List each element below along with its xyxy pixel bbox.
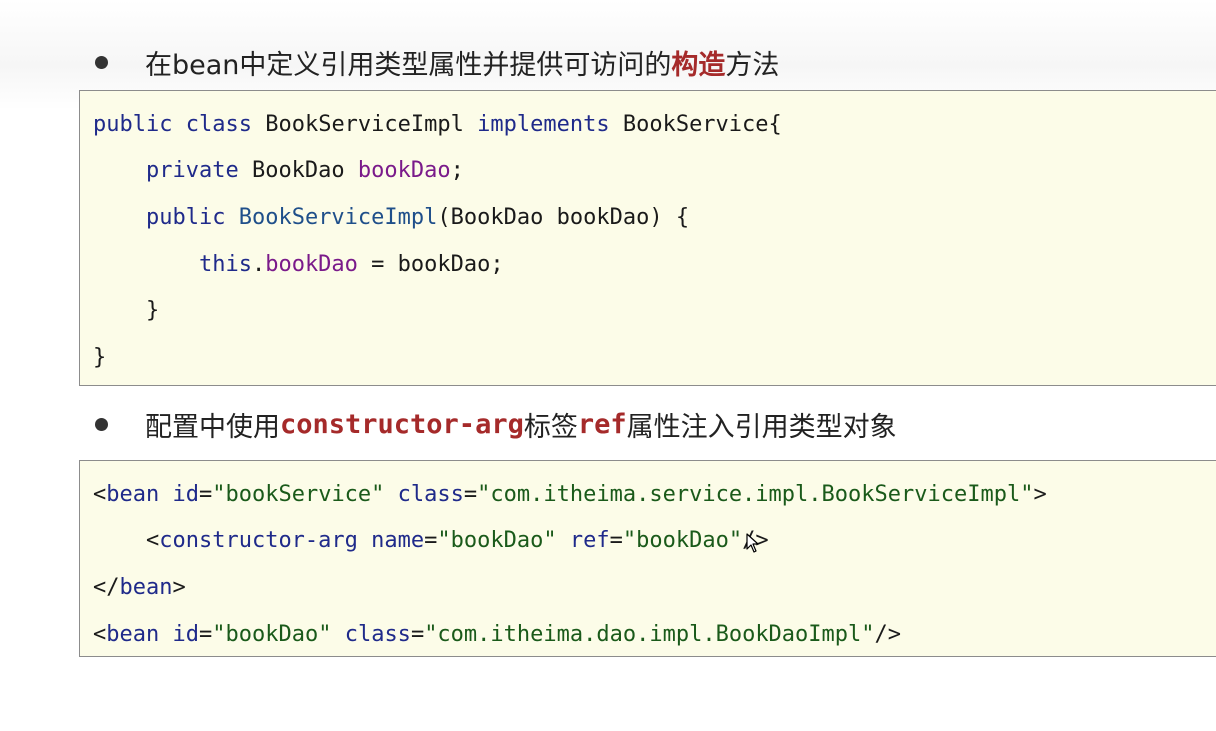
xml-attr-id: id (172, 622, 199, 647)
xml-value: "bookDao" (437, 528, 557, 553)
xml-bracket: > (172, 575, 186, 600)
assignment: = bookDao; (357, 252, 504, 277)
bullet-dot-icon (95, 417, 108, 431)
xml-line-3: </bean> (93, 573, 186, 603)
bullet-dot-icon (95, 55, 108, 69)
bullet-highlight-constructor-arg: constructor-arg (280, 408, 524, 440)
xml-value: "bookDao" (622, 528, 743, 553)
bullet-highlight-ref: ref (577, 408, 627, 440)
bullet-text-before: 配置中使用 (145, 411, 280, 443)
mouse-pointer-icon (746, 533, 759, 553)
xml-attr-ref: ref (569, 528, 610, 553)
field-name: bookDao (357, 158, 451, 183)
code-line-3: public BookServiceImpl(BookDao bookDao) … (93, 203, 689, 233)
xml-line-4: <bean id="bookDao" class="com.itheima.da… (93, 620, 901, 650)
interface-name: BookService{ (609, 112, 782, 137)
keyword-public: public (93, 112, 173, 137)
xml-attr-name: name (371, 528, 425, 553)
class-name: BookServiceImpl (251, 112, 478, 137)
xml-value: "com.itheima.dao.impl.BookDaoImpl" (424, 622, 875, 647)
code-line-2: private BookDao bookDao; (93, 156, 464, 186)
bullet-text-after: 属性注入引用类型对象 (626, 411, 897, 443)
code-dot: . (251, 252, 266, 277)
xml-bracket: </ (93, 575, 120, 600)
xml-bracket: < (93, 622, 107, 647)
keyword-private: private (145, 158, 239, 183)
xml-bracket: > (1033, 482, 1047, 507)
java-code-block: public class BookServiceImpl implements … (79, 90, 1216, 386)
keyword-implements: implements (477, 112, 610, 137)
bullet-point-constructor-method: 在bean中定义引用类型属性并提供可访问的 构造 方法 (95, 42, 779, 82)
keyword-public: public (145, 205, 226, 230)
xml-bracket: < (93, 528, 160, 553)
xml-tag-bean: bean (106, 482, 160, 507)
xml-value: "bookService" (212, 482, 385, 507)
bullet-point-constructor-arg: 配置中使用 constructor-arg 标签 ref 属性注入引用类型对象 (95, 404, 897, 444)
xml-tag-bean: bean (106, 622, 160, 647)
xml-attr-class: class (397, 482, 464, 507)
constructor-name: BookServiceImpl (238, 205, 438, 230)
xml-tag-constructor-arg: constructor-arg (159, 528, 358, 553)
bullet-text-before: 在bean中定义引用类型属性并提供可访问的 (145, 49, 672, 81)
keyword-this: this (198, 252, 252, 277)
keyword-class: class (185, 112, 252, 137)
xml-equals: = (463, 482, 478, 507)
code-line-4: this.bookDao = bookDao; (93, 250, 504, 280)
code-semicolon: ; (450, 158, 464, 183)
bullet-highlight-constructor: 构造 (671, 49, 726, 81)
xml-bracket: /> (874, 622, 902, 647)
code-line-6: } (93, 345, 107, 370)
field-type: BookDao (238, 158, 358, 183)
xml-config-code-block: <bean id="bookService" class="com.itheim… (79, 460, 1216, 657)
xml-value: "com.itheima.service.impl.BookServiceImp… (477, 482, 1034, 507)
field-name: bookDao (265, 252, 358, 277)
xml-bracket: < (93, 482, 107, 507)
code-line-1: public class BookServiceImpl implements … (93, 110, 782, 140)
xml-equals: = (424, 528, 438, 553)
code-line-5: } (93, 298, 160, 323)
bullet-text-after: 方法 (725, 49, 780, 81)
xml-line-1: <bean id="bookService" class="com.itheim… (93, 480, 1047, 510)
constructor-params: (BookDao bookDao) { (437, 205, 690, 230)
xml-tag-bean: bean (119, 575, 173, 600)
xml-attr-id: id (172, 482, 199, 507)
bullet-text-middle: 标签 (523, 411, 578, 443)
xml-value: "bookDao" (212, 622, 332, 647)
xml-attr-class: class (344, 622, 411, 647)
xml-equals: = (198, 622, 213, 647)
xml-equals: = (198, 482, 213, 507)
xml-equals: = (410, 622, 425, 647)
xml-line-2: <constructor-arg name="bookDao" ref="boo… (93, 526, 769, 556)
xml-equals: = (609, 528, 623, 553)
